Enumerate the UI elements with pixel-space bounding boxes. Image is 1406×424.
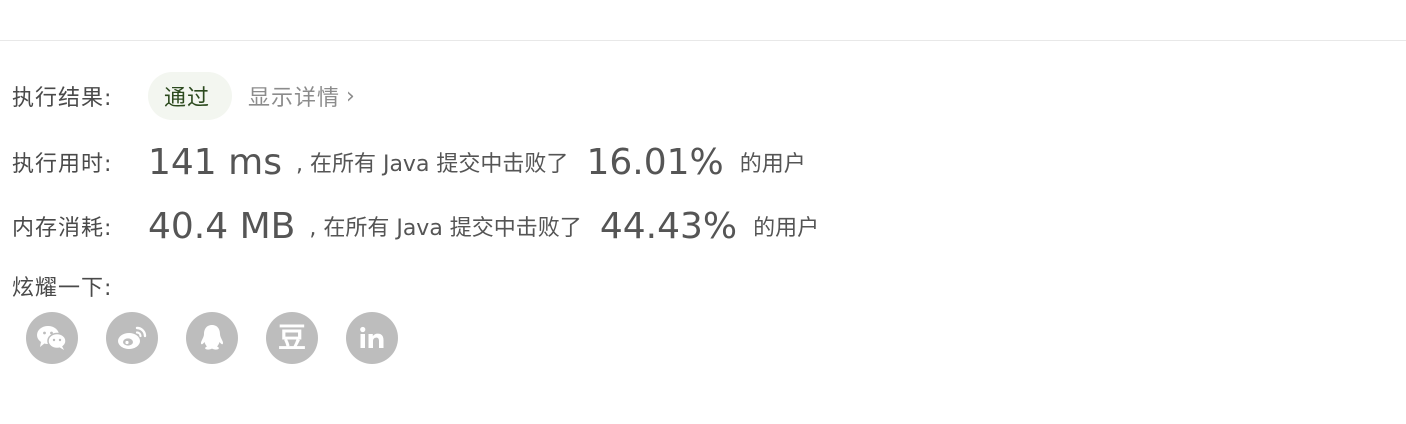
show-details-label: 显示详情 bbox=[248, 86, 341, 111]
show-details-link[interactable]: 显示详情 › bbox=[248, 80, 356, 112]
runtime-label: 执行用时: bbox=[12, 152, 113, 177]
status-badge: 通过 bbox=[148, 72, 233, 120]
runtime-value: 141 ms bbox=[148, 141, 282, 183]
chevron-right-icon: › bbox=[346, 83, 356, 109]
runtime-middle-text: , 在所有 Java 提交中击败了 bbox=[295, 152, 569, 177]
weibo-icon[interactable] bbox=[106, 312, 158, 364]
linkedin-icon[interactable] bbox=[346, 312, 398, 364]
runtime-percent: 16.01% bbox=[586, 141, 724, 183]
top-divider bbox=[0, 40, 1406, 41]
memory-middle-text: , 在所有 Java 提交中击败了 bbox=[309, 216, 582, 241]
memory-percent: 44.43% bbox=[599, 205, 738, 247]
douban-glyph: 豆 bbox=[277, 321, 306, 354]
memory-label: 内存消耗: bbox=[12, 216, 113, 241]
runtime-tail-text: 的用户 bbox=[739, 152, 806, 177]
wechat-icon[interactable] bbox=[26, 312, 78, 364]
share-icons: 豆 bbox=[26, 312, 426, 364]
result-row: 执行结果: 通过 显示详情 › bbox=[12, 72, 356, 120]
memory-row: 内存消耗: 40.4 MB , 在所有 Java 提交中击败了 44.43% 的… bbox=[12, 204, 819, 248]
result-label: 执行结果: bbox=[12, 86, 113, 111]
share-row: 炫耀一下: bbox=[12, 270, 112, 302]
qq-icon[interactable] bbox=[186, 312, 238, 364]
douban-icon[interactable]: 豆 bbox=[266, 312, 318, 364]
memory-value: 40.4 MB bbox=[148, 205, 296, 247]
runtime-row: 执行用时: 141 ms , 在所有 Java 提交中击败了 16.01% 的用… bbox=[12, 140, 806, 184]
share-label: 炫耀一下: bbox=[12, 276, 113, 301]
memory-tail-text: 的用户 bbox=[753, 216, 820, 241]
